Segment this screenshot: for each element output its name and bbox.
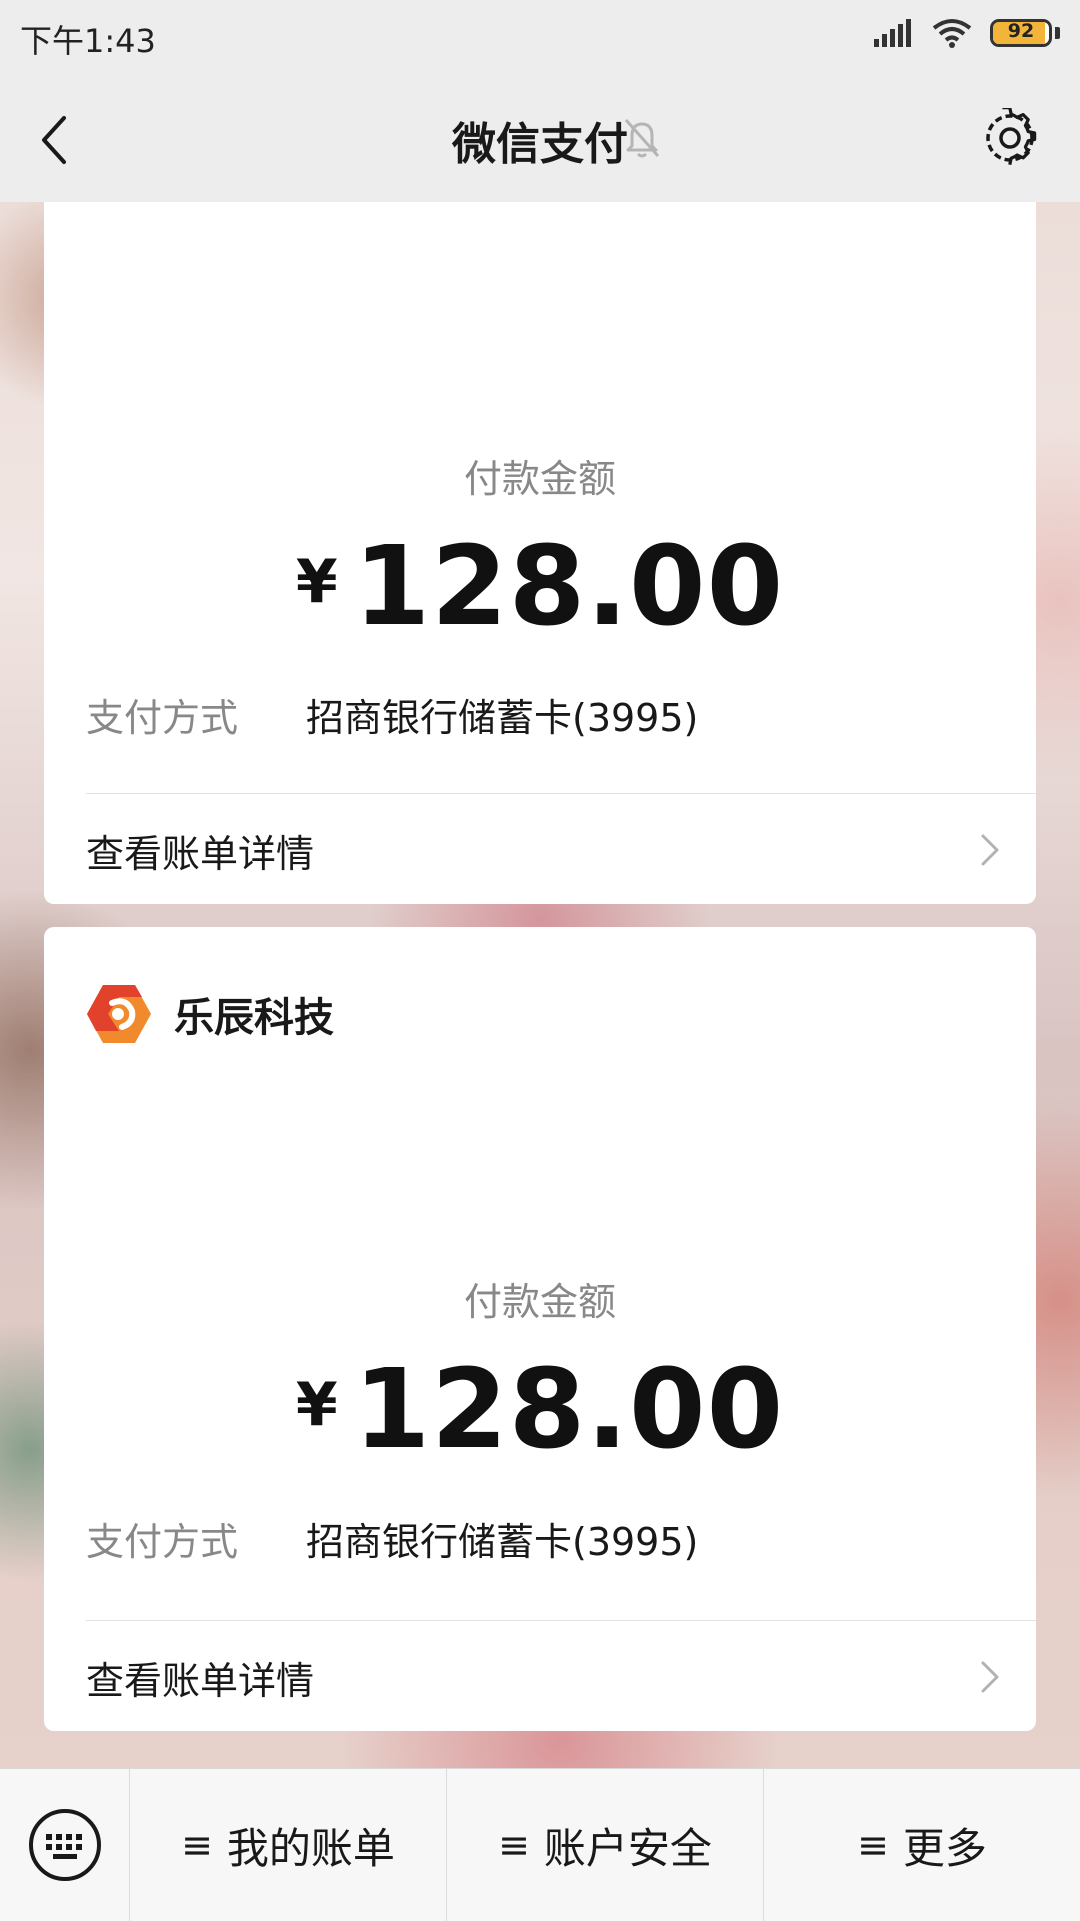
divider [86, 1620, 1036, 1621]
payment-card: 付款金额 ¥ 128.00 支付方式 招商银行储蓄卡(3995) 查看账单详情 [44, 190, 1036, 904]
amount-label: 付款金额 [463, 457, 616, 501]
bottom-menu: ≡ 我的账单 ≡ 账户安全 ≡ 更多 [0, 1768, 1080, 1921]
battery-tip [1055, 27, 1060, 39]
view-bill-details-link[interactable]: 查看账单详情 [86, 1637, 1002, 1717]
amount-label: 付款金额 [463, 1280, 616, 1324]
merchant-row: 乐辰科技 [86, 981, 334, 1047]
payment-method-label: 支付方式 [86, 1520, 239, 1564]
menu-list-icon: ≡ [857, 1823, 889, 1867]
menu-account-security[interactable]: ≡ 账户安全 [446, 1769, 763, 1921]
menu-list-icon: ≡ [181, 1823, 213, 1867]
keyboard-icon [28, 1809, 101, 1881]
merchant-name: 乐辰科技 [174, 995, 334, 1041]
menu-more[interactable]: ≡ 更多 [763, 1769, 1080, 1921]
keyboard-toggle-button[interactable] [0, 1769, 130, 1921]
payment-card: 乐辰科技 付款金额 ¥ 128.00 支付方式 招商银行储蓄卡(3995) 查看… [44, 927, 1036, 1731]
page-title: 微信支付 [452, 119, 628, 170]
menu-my-bills[interactable]: ≡ 我的账单 [130, 1769, 446, 1921]
currency-symbol: ¥ [295, 1370, 338, 1440]
menu-label: 账户安全 [543, 1823, 712, 1873]
view-bill-details-label: 查看账单详情 [86, 1658, 315, 1703]
menu-list-icon: ≡ [498, 1823, 530, 1867]
gear-icon[interactable] [980, 108, 1040, 168]
bell-muted-icon [624, 119, 660, 158]
status-time: 下午1:43 [20, 22, 156, 60]
chevron-right-icon [981, 1661, 999, 1693]
amount-value: 128.00 [353, 522, 785, 650]
currency-symbol: ¥ [295, 547, 338, 617]
status-icons: 92 [874, 18, 1060, 48]
payment-method-row: 支付方式 招商银行储蓄卡(3995) [86, 687, 1006, 742]
battery-indicator: 92 [990, 19, 1052, 47]
amount-value: 128.00 [353, 1345, 785, 1473]
view-bill-details-label: 查看账单详情 [86, 831, 315, 876]
payment-amount: ¥ 128.00 [44, 1345, 1036, 1473]
status-bar: 下午1:43 92 [0, 0, 1080, 72]
nav-bar: 微信支付 [0, 72, 1080, 202]
battery-level: 92 [1007, 20, 1035, 42]
view-bill-details-link[interactable]: 查看账单详情 [86, 810, 1002, 890]
divider [86, 793, 1036, 794]
payment-method-value: 招商银行储蓄卡(3995) [306, 696, 699, 740]
chevron-right-icon [981, 834, 999, 866]
menu-label: 我的账单 [226, 1823, 395, 1873]
signal-icon [874, 19, 911, 47]
wifi-icon [932, 19, 972, 48]
merchant-logo-icon [87, 985, 151, 1043]
payment-amount: ¥ 128.00 [44, 522, 1036, 650]
menu-label: 更多 [902, 1823, 987, 1873]
payment-method-row: 支付方式 招商银行储蓄卡(3995) [86, 1511, 1006, 1566]
payment-method-value: 招商银行储蓄卡(3995) [306, 1520, 699, 1564]
payment-method-label: 支付方式 [86, 696, 239, 740]
